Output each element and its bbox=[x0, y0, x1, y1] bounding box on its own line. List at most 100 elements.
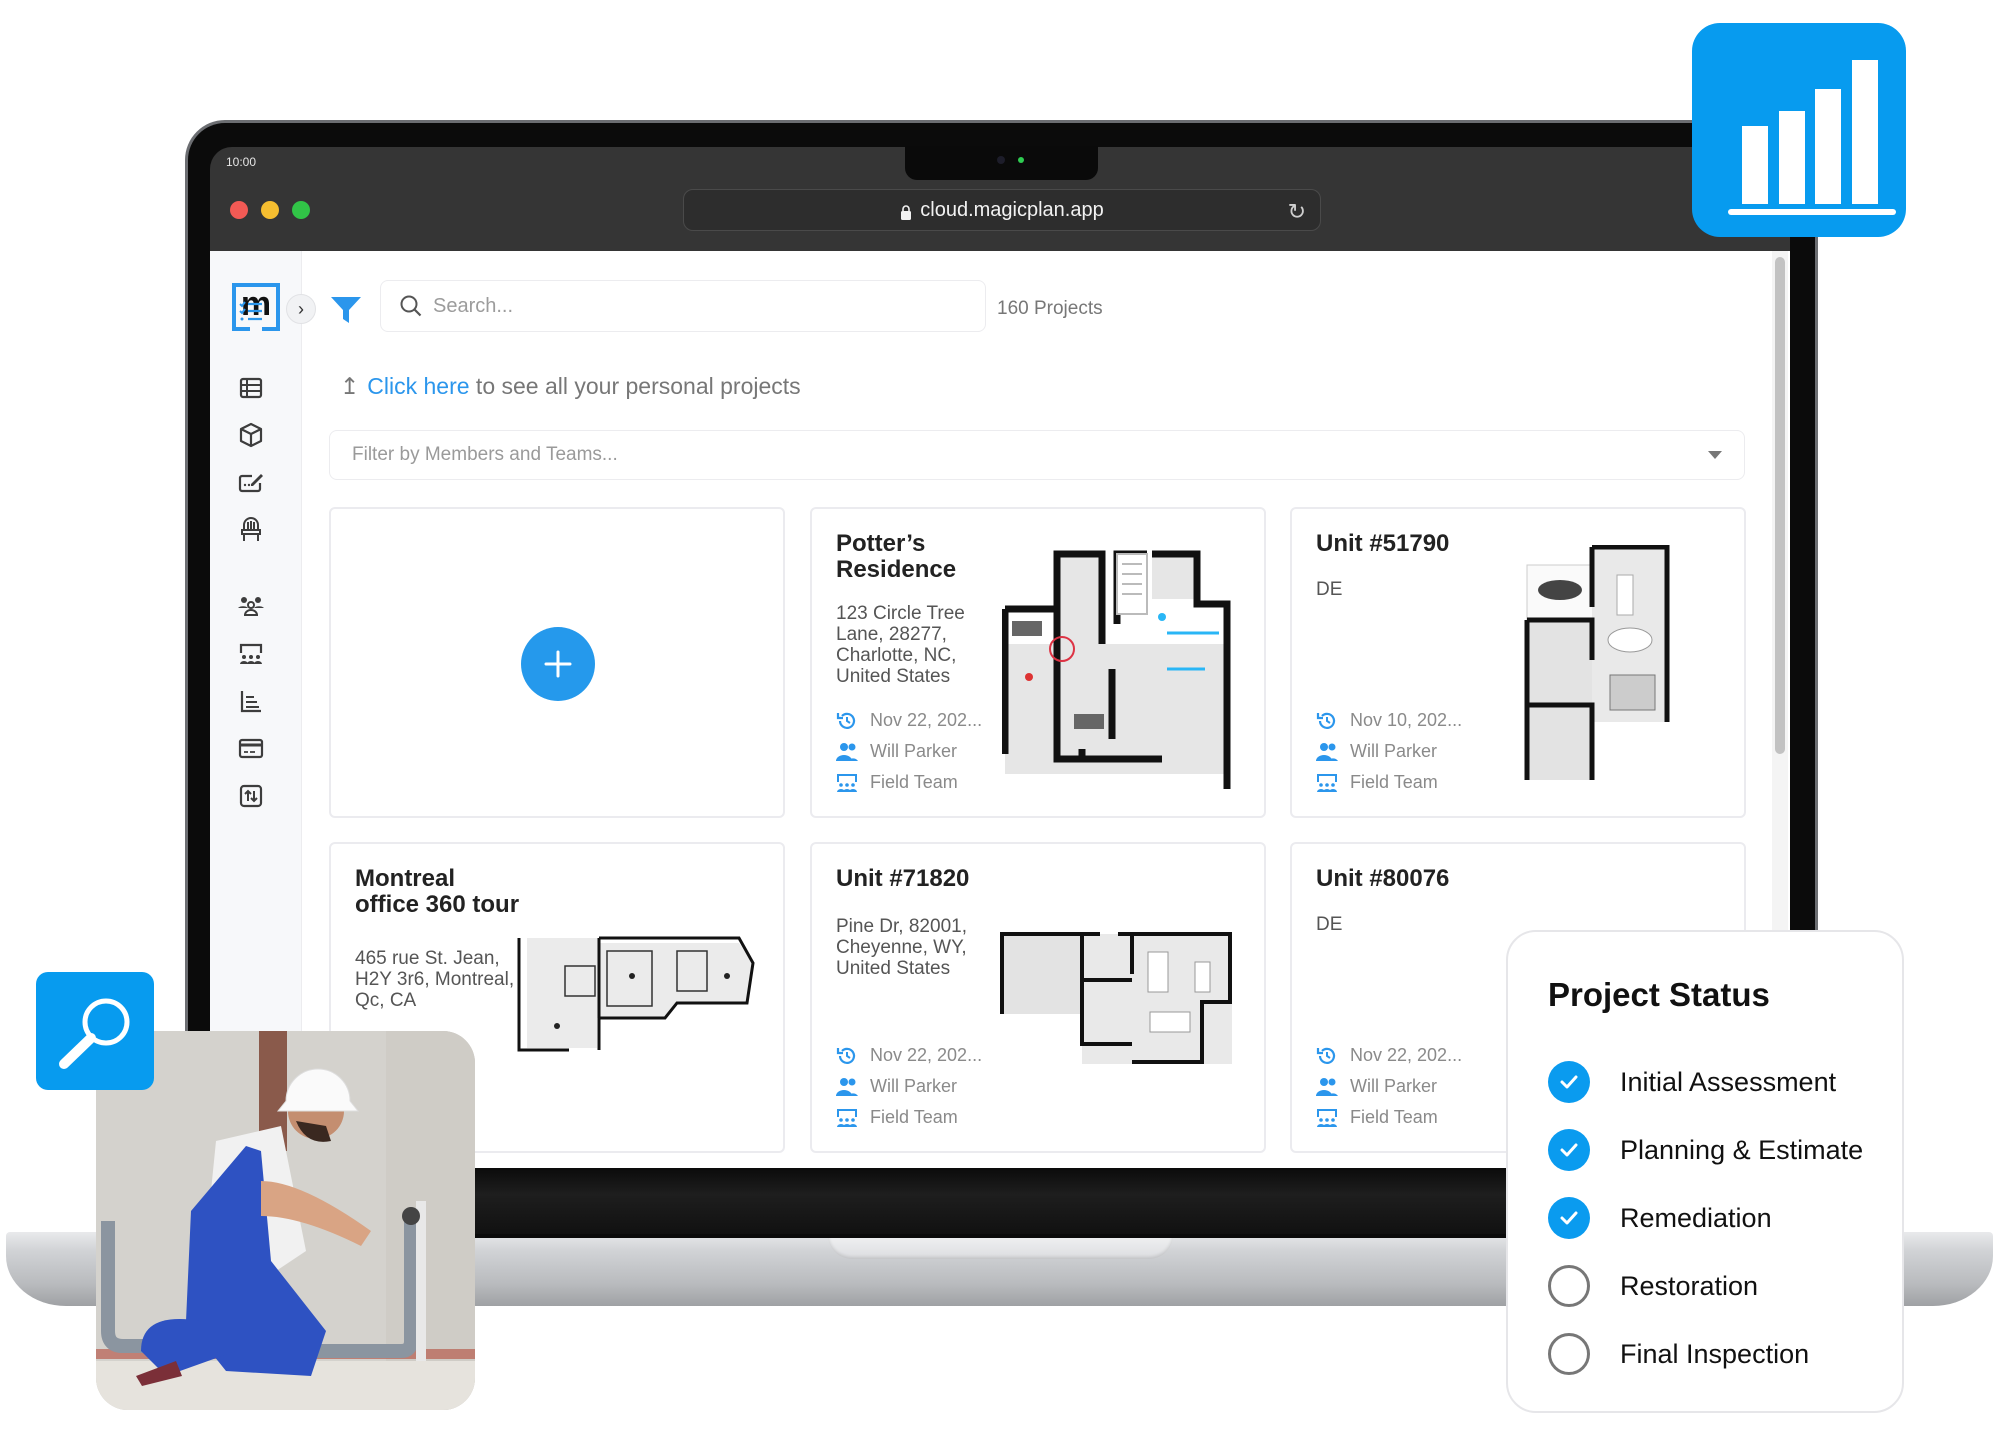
floor-plan-thumbnail bbox=[1524, 545, 1670, 780]
project-team: Field Team bbox=[870, 772, 958, 792]
status-step[interactable]: Remediation bbox=[1548, 1196, 1772, 1240]
project-title: Unit #71820 bbox=[836, 865, 970, 892]
project-address: DE bbox=[1316, 579, 1343, 600]
cube-icon bbox=[239, 422, 263, 448]
credit-card-icon bbox=[238, 738, 264, 759]
member-team-filter-dropdown[interactable]: Filter by Members and Teams... bbox=[329, 430, 1745, 480]
project-owner: Will Parker bbox=[870, 741, 958, 761]
click-here-link[interactable]: Click here bbox=[367, 373, 469, 399]
status-step[interactable]: Restoration bbox=[1548, 1264, 1758, 1308]
status-clock: 10:00 bbox=[226, 155, 257, 169]
people-icon bbox=[1316, 741, 1340, 763]
checked-circle-icon[interactable] bbox=[1548, 1197, 1590, 1239]
project-title: Potter’s Residence bbox=[836, 530, 957, 583]
sidebar-item-forms[interactable] bbox=[238, 469, 264, 495]
sidebar-item-reports[interactable] bbox=[238, 688, 264, 714]
checked-circle-icon[interactable] bbox=[1548, 1061, 1590, 1103]
sidebar-item-furniture[interactable] bbox=[238, 517, 264, 543]
sidebar-item-3d-objects[interactable] bbox=[238, 422, 264, 448]
project-count: 160 Projects bbox=[997, 298, 1103, 319]
project-status-panel: Project Status Initial Assessment Planni… bbox=[1506, 930, 1904, 1413]
status-step-label: Remediation bbox=[1620, 1202, 1772, 1233]
search-icon bbox=[400, 295, 422, 317]
sidebar-item-members[interactable] bbox=[238, 592, 264, 618]
status-step[interactable]: Final Inspection bbox=[1548, 1332, 1809, 1376]
sidebar-item-table-view[interactable] bbox=[238, 375, 264, 401]
project-title: Unit #51790 bbox=[1316, 530, 1450, 557]
url-text: cloud.magicplan.app bbox=[920, 198, 1104, 221]
team-icon bbox=[836, 1107, 860, 1129]
inspection-search-badge bbox=[36, 972, 154, 1090]
project-address: Pine Dr, 82001, Cheyenne, WY, United Sta… bbox=[836, 916, 967, 979]
empty-circle-icon[interactable] bbox=[1548, 1333, 1590, 1375]
new-project-card[interactable] bbox=[329, 507, 785, 818]
project-date: Nov 22, 202... bbox=[1350, 1045, 1463, 1065]
bar-chart-icon bbox=[1728, 60, 1896, 215]
checked-circle-icon[interactable] bbox=[1548, 1129, 1590, 1171]
project-owner: Will Parker bbox=[1350, 741, 1438, 761]
report-icon bbox=[240, 691, 261, 713]
status-step[interactable]: Planning & Estimate bbox=[1548, 1128, 1863, 1172]
plus-icon bbox=[544, 650, 572, 678]
project-owner: Will Parker bbox=[870, 1076, 958, 1096]
history-icon bbox=[836, 1045, 860, 1067]
sidebar-item-projects-list[interactable] bbox=[238, 299, 264, 325]
expand-sidebar-button[interactable]: › bbox=[286, 294, 316, 324]
project-address: 123 Circle Tree Lane, 28277, Charlotte, … bbox=[836, 603, 965, 687]
sidebar-item-import-export[interactable] bbox=[238, 783, 264, 809]
empty-circle-icon[interactable] bbox=[1548, 1265, 1590, 1307]
camera-lens bbox=[997, 156, 1005, 164]
magnifier-icon bbox=[59, 998, 130, 1069]
chair-icon bbox=[241, 517, 261, 541]
reload-icon[interactable]: ↻ bbox=[1288, 199, 1306, 225]
project-date: Nov 22, 202... bbox=[870, 1045, 983, 1065]
status-step-label: Initial Assessment bbox=[1620, 1066, 1837, 1097]
project-team: Field Team bbox=[870, 1107, 958, 1127]
project-card[interactable]: Unit #51790 DE Nov 10, 202... Will Parke… bbox=[1290, 507, 1746, 818]
import-export-icon bbox=[239, 784, 263, 808]
sidebar-item-teams[interactable] bbox=[238, 641, 264, 667]
status-step-label: Final Inspection bbox=[1620, 1338, 1810, 1369]
checklist-icon bbox=[239, 301, 262, 321]
project-title: Montreal office 360 tour bbox=[355, 865, 520, 918]
project-card[interactable]: Unit #71820 Pine Dr, 82001, Cheyenne, WY… bbox=[810, 842, 1266, 1153]
search-input[interactable] bbox=[433, 294, 953, 318]
edit-form-icon bbox=[238, 474, 263, 493]
chevron-down-icon bbox=[1708, 451, 1722, 459]
project-status-heading: Project Status bbox=[1548, 976, 1770, 1013]
floor-plan-thumbnail bbox=[1000, 932, 1232, 1064]
add-project-button[interactable] bbox=[521, 627, 595, 701]
camera-indicator bbox=[1018, 157, 1024, 163]
up-arrow-icon: ↥ bbox=[340, 373, 360, 399]
scrollbar-thumb[interactable] bbox=[1775, 257, 1785, 754]
lock-icon bbox=[900, 203, 912, 220]
project-date: Nov 10, 202... bbox=[1350, 710, 1463, 730]
project-owner: Will Parker bbox=[1350, 1076, 1438, 1096]
status-step-label: Planning & Estimate bbox=[1620, 1134, 1864, 1165]
project-team: Field Team bbox=[1350, 1107, 1438, 1127]
status-step[interactable]: Initial Assessment bbox=[1548, 1060, 1836, 1104]
hint-text: to see all your personal projects bbox=[469, 373, 801, 399]
team-icon bbox=[1316, 1107, 1340, 1129]
project-title: Unit #80076 bbox=[1316, 865, 1450, 892]
sidebar-item-billing[interactable] bbox=[238, 735, 264, 761]
filter-icon[interactable] bbox=[330, 295, 362, 325]
floor-plan-thumbnail bbox=[517, 936, 755, 1052]
teams-icon bbox=[239, 643, 263, 664]
maximize-window-button[interactable] bbox=[292, 201, 310, 219]
search-field[interactable] bbox=[380, 280, 986, 332]
close-window-button[interactable] bbox=[230, 201, 248, 219]
team-icon bbox=[836, 772, 860, 794]
people-icon bbox=[1316, 1076, 1340, 1098]
project-team: Field Team bbox=[1350, 772, 1438, 792]
project-meta: Nov 22, 202... Will Parker Field Team bbox=[836, 1040, 982, 1133]
analytics-badge bbox=[1692, 23, 1906, 237]
camera-notch bbox=[905, 146, 1098, 180]
address-bar[interactable]: cloud.magicplan.app ↻ bbox=[683, 189, 1321, 231]
team-icon bbox=[1316, 772, 1340, 794]
project-address: 465 rue St. Jean, H2Y 3r6, Montreal, Qc,… bbox=[355, 948, 515, 1011]
status-step-label: Restoration bbox=[1620, 1270, 1759, 1301]
project-date: Nov 22, 202... bbox=[870, 710, 983, 730]
project-card[interactable]: Potter’s Residence 123 Circle Tree Lane,… bbox=[810, 507, 1266, 818]
minimize-window-button[interactable] bbox=[261, 201, 279, 219]
